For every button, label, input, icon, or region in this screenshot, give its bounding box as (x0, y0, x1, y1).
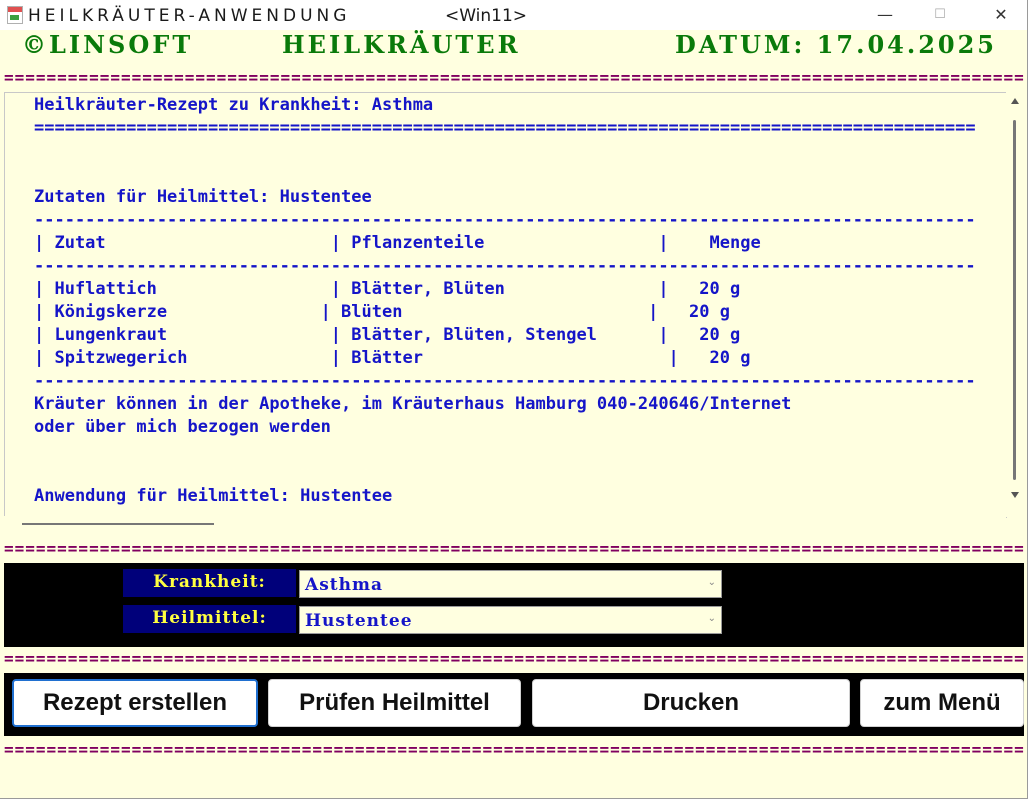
close-button[interactable]: ✕ (978, 0, 1024, 30)
app-heading: HEILKRÄUTER (282, 30, 521, 59)
header-banner: ©LINSOFT HEILKRÄUTER DATUM: 17.04.2025 (0, 30, 1027, 60)
chevron-down-icon[interactable]: ⌄ (708, 613, 716, 624)
window-title: HEILKRÄUTER-ANWENDUNG (28, 6, 351, 26)
text-line: | Lungenkraut | Blätter, Blüten, Stengel… (34, 325, 741, 345)
heilmittel-value: Hustentee (305, 611, 413, 631)
separator-lower: ========================================… (4, 651, 1024, 667)
text-line: oder über mich bezogen werden (34, 417, 331, 437)
drucken-button[interactable]: Drucken (532, 679, 850, 727)
text-line: Zutaten für Heilmittel: Hustentee (34, 187, 372, 207)
text-line: Anwendung für Heilmittel: Hustentee (34, 486, 393, 506)
heilmittel-select[interactable]: Hustentee ⌄ (299, 606, 722, 634)
separator-middle: ========================================… (4, 541, 1024, 557)
rezept-erstellen-button[interactable]: Rezept erstellen (12, 679, 258, 727)
text-line: ----------------------------------------… (34, 371, 976, 391)
separator-bottom: ========================================… (4, 742, 1024, 758)
text-line: | Spitzwegerich | Blätter | 20 g (34, 348, 751, 368)
text-line: | Königskerze | Blüten | 20 g (34, 302, 730, 322)
text-line: ========================================… (34, 118, 976, 138)
text-line: | Zutat | Pflanzenteile | Menge (34, 233, 761, 253)
minimize-button[interactable]: — (862, 0, 908, 30)
scroll-up-arrow-icon[interactable] (1011, 98, 1019, 104)
zum-menu-button[interactable]: zum Menü (860, 679, 1024, 727)
vertical-scrollbar[interactable] (1006, 92, 1024, 516)
separator-top: ========================================… (4, 70, 1024, 86)
krankheit-select[interactable]: Asthma ⌄ (299, 570, 722, 598)
company-name: ©LINSOFT (22, 30, 194, 59)
heilmittel-label: Heilmittel: (123, 605, 296, 633)
app-window: HEILKRÄUTER-ANWENDUNG <Win11> — ☐ ✕ ©LIN… (0, 0, 1028, 799)
horizontal-scroll-thumb[interactable] (22, 523, 214, 525)
text-line: | Huflattich | Blätter, Blüten | 20 g (34, 279, 741, 299)
krankheit-value: Asthma (305, 575, 383, 595)
text-line: ----------------------------------------… (34, 210, 976, 230)
recipe-text-area[interactable]: Heilkräuter-Rezept zu Krankheit: Asthma … (4, 92, 1007, 518)
chevron-down-icon[interactable]: ⌄ (708, 577, 716, 588)
scroll-down-arrow-icon[interactable] (1011, 492, 1019, 498)
krankheit-label: Krankheit: (123, 569, 296, 597)
title-bar[interactable]: HEILKRÄUTER-ANWENDUNG <Win11> — ☐ ✕ (0, 0, 1027, 30)
maximize-button[interactable]: ☐ (917, 0, 963, 30)
text-line: ----------------------------------------… (34, 256, 976, 276)
app-icon (7, 6, 23, 24)
text-line: Kräuter können in der Apotheke, im Kräut… (34, 394, 792, 414)
date-display: DATUM: 17.04.2025 (675, 30, 997, 59)
text-line: Heilkräuter-Rezept zu Krankheit: Asthma (34, 95, 434, 115)
window-env-tag: <Win11> (445, 6, 528, 26)
horizontal-scrollbar[interactable] (4, 516, 1006, 532)
vertical-scroll-thumb[interactable] (1013, 120, 1016, 480)
pruefen-heilmittel-button[interactable]: Prüfen Heilmittel (268, 679, 521, 727)
